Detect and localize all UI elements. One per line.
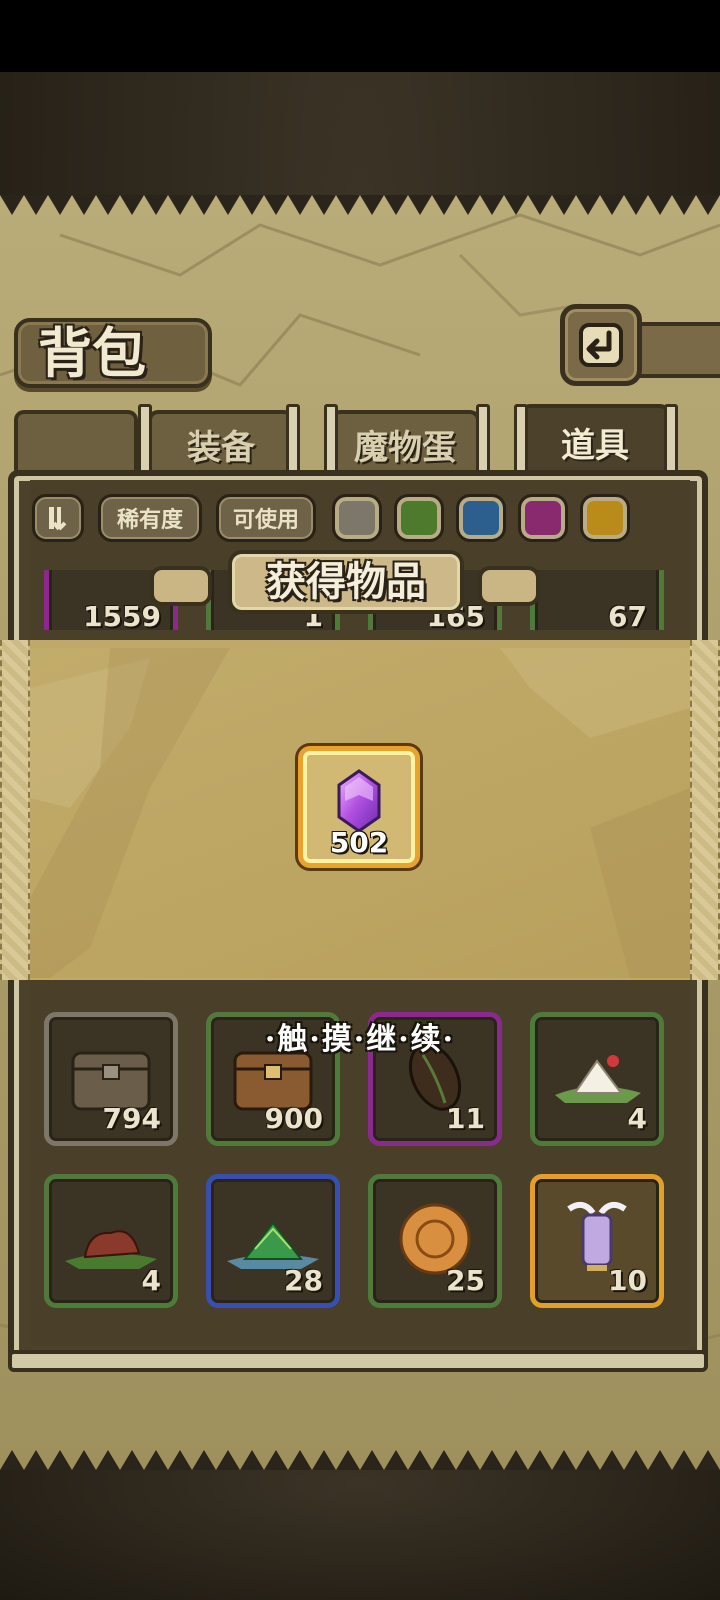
slot-count: 794 (102, 1102, 161, 1135)
slot-count: 1559 (83, 600, 161, 630)
zigzag-edge-top (0, 195, 720, 215)
dialog-title-ornament-right (478, 566, 540, 606)
rarity-filter-button[interactable]: 稀有度 (98, 494, 202, 542)
usable-filter-button[interactable]: 可使用 (216, 494, 316, 542)
page-title: 背包 (38, 321, 146, 385)
tab-equipment-label: 装备 (187, 427, 255, 468)
inventory-row-hidden (44, 962, 684, 976)
filter-bar: 稀有度 可使用 (30, 492, 680, 548)
tab-equipment[interactable]: 装备 (148, 410, 294, 474)
slot-count: 25 (446, 1264, 485, 1297)
color-filter-gray[interactable] (332, 494, 382, 542)
inventory-slot[interactable]: 4 (44, 1174, 178, 1308)
dialog-edge-left (0, 640, 30, 980)
dialog-edge-right (690, 640, 720, 980)
slot-count: 4 (141, 1264, 161, 1297)
color-filter-green[interactable] (394, 494, 444, 542)
tab-items[interactable]: 道具 (520, 404, 670, 476)
tab-post (138, 404, 152, 478)
tab-blank (14, 410, 138, 474)
dialog-title-ornament-left (150, 566, 212, 606)
dialog-title: 获得物品 (266, 558, 426, 605)
inventory-slot[interactable]: 794 (44, 1012, 178, 1146)
rarity-filter-label: 稀有度 (116, 508, 183, 533)
color-filter-blue[interactable] (456, 494, 506, 542)
inventory-slot[interactable]: 28 (206, 1174, 340, 1308)
inventory-slot[interactable]: 10 (530, 1174, 664, 1308)
inventory-slot[interactable]: 67 (530, 570, 664, 630)
tab-monster-egg[interactable]: 魔物蛋 (330, 410, 480, 474)
inventory-slot[interactable]: 4 (530, 1012, 664, 1146)
zigzag-edge-bottom (0, 1450, 720, 1470)
background-bottom (0, 1470, 720, 1600)
tab-post (324, 404, 338, 478)
slot-count: 900 (264, 1102, 323, 1135)
tab-post (286, 404, 300, 478)
reward-item-count: 502 (329, 826, 389, 859)
tap-to-continue-hint: ·触·摸·继·续· (264, 1022, 456, 1057)
status-bar (0, 0, 720, 72)
inventory-bottom-rail (8, 1350, 708, 1372)
slot-count: 11 (446, 1102, 485, 1135)
color-filter-purple[interactable] (518, 494, 568, 542)
back-arrow-icon (579, 323, 623, 367)
tab-monster-egg-label: 魔物蛋 (354, 427, 456, 468)
tab-post (514, 404, 528, 478)
color-filter-gold[interactable] (580, 494, 630, 542)
back-button[interactable] (560, 304, 642, 386)
tab-post (664, 404, 678, 478)
slot-count: 28 (284, 1264, 323, 1297)
inventory-slot[interactable]: 25 (368, 1174, 502, 1308)
slot-count: 67 (608, 600, 647, 630)
slot-count: 10 (608, 1264, 647, 1297)
sort-toggle-button[interactable] (32, 494, 84, 542)
tab-items-label: 道具 (561, 425, 629, 466)
sort-toggle-icon (49, 507, 67, 531)
slot-count: 4 (627, 1102, 647, 1135)
tab-post (476, 404, 490, 478)
back-bar (636, 322, 720, 378)
usable-filter-label: 可使用 (232, 508, 299, 533)
